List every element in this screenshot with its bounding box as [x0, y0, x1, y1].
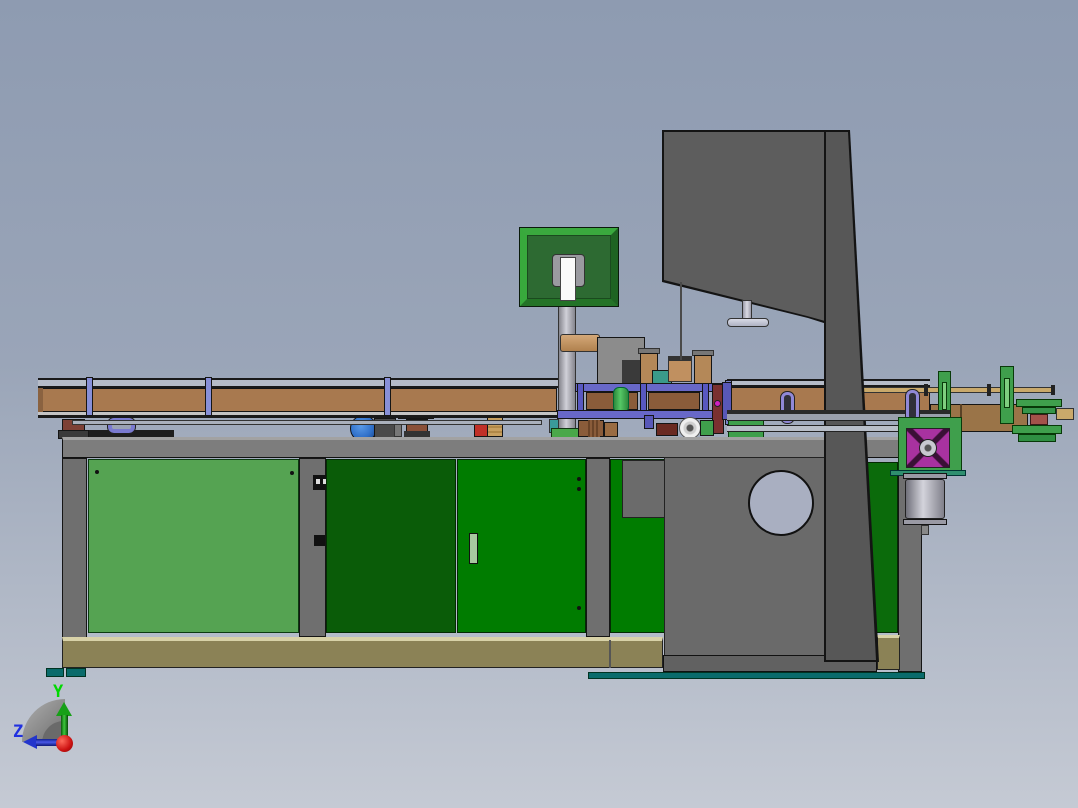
guide-rod-clamp	[924, 384, 928, 396]
y-axis-label: Y	[53, 682, 64, 702]
conveyor-post-blue	[205, 377, 212, 416]
guide-rod-clamp	[987, 384, 991, 396]
y-axis-arrowhead	[56, 702, 72, 716]
door-screw	[577, 487, 581, 491]
end-roller-plate	[1022, 407, 1056, 414]
table-top	[62, 437, 922, 458]
triad: Y Z	[0, 670, 130, 790]
end-roller-disc	[1018, 434, 1056, 442]
base-seam	[609, 640, 611, 668]
door-light-green	[88, 459, 299, 633]
station-rail-top-blue	[575, 383, 722, 392]
conveyor-post-blue	[86, 377, 93, 416]
base-khaki-right	[877, 635, 900, 670]
left-conveyor-belt-endcap	[38, 388, 43, 412]
press-ram-disc	[727, 318, 769, 327]
door-screw	[290, 471, 294, 475]
baseplate-teal	[588, 672, 925, 679]
box-brown	[604, 422, 618, 437]
box-brown-ribbed	[588, 420, 600, 437]
column-upper-block	[664, 132, 825, 321]
origin-sphere	[56, 735, 73, 752]
rod-bracket-slot	[1004, 378, 1010, 408]
end-fitting-tan	[1056, 408, 1074, 420]
z-axis-label: Z	[13, 722, 24, 742]
motor-body	[905, 479, 945, 519]
door-handle	[469, 533, 478, 564]
cad-viewport[interactable]: Y Z	[0, 0, 1078, 808]
motor-shaft	[921, 525, 929, 535]
door-screw	[577, 606, 581, 610]
left-conveyor-top-rail	[38, 378, 558, 388]
monitor-mount-bracket	[560, 257, 576, 301]
conveyor-post-blue	[384, 377, 391, 416]
column-hole	[748, 470, 814, 536]
column-inner-edge-line	[680, 282, 682, 360]
block-blue-small	[644, 415, 654, 429]
cabinet-post	[586, 458, 610, 637]
table-leg-left	[62, 458, 87, 638]
conveyor-support-bar	[72, 420, 542, 425]
latch-black	[314, 535, 325, 546]
station-block-brown	[648, 392, 700, 410]
end-roller-disc	[1012, 425, 1062, 434]
z-axis-arrowhead	[23, 735, 37, 749]
block-green-small	[700, 420, 714, 436]
base-khaki-left	[62, 637, 663, 668]
station-block-brown	[586, 392, 638, 410]
end-roller-hub	[1030, 414, 1048, 425]
left-conveyor-belt	[38, 388, 557, 412]
station-rail-bottom-blue	[557, 410, 722, 419]
guide-rod-end	[1051, 385, 1055, 395]
station-box-tan	[668, 360, 692, 382]
rod-bracket-slot	[942, 382, 947, 410]
roller-wheel-white	[679, 417, 701, 439]
door-screw	[95, 470, 99, 474]
end-roller-plate	[1016, 399, 1062, 407]
hinge-pin	[316, 479, 320, 484]
station-cylinder-tan	[560, 334, 600, 352]
gearbox-hub	[919, 439, 937, 457]
press-ram-pole	[742, 300, 752, 319]
guide-rod	[858, 387, 1055, 393]
door-screw	[577, 477, 581, 481]
indicator-dot-magenta	[714, 400, 721, 407]
box-darkred	[656, 423, 678, 436]
door-dark-green	[326, 459, 456, 633]
